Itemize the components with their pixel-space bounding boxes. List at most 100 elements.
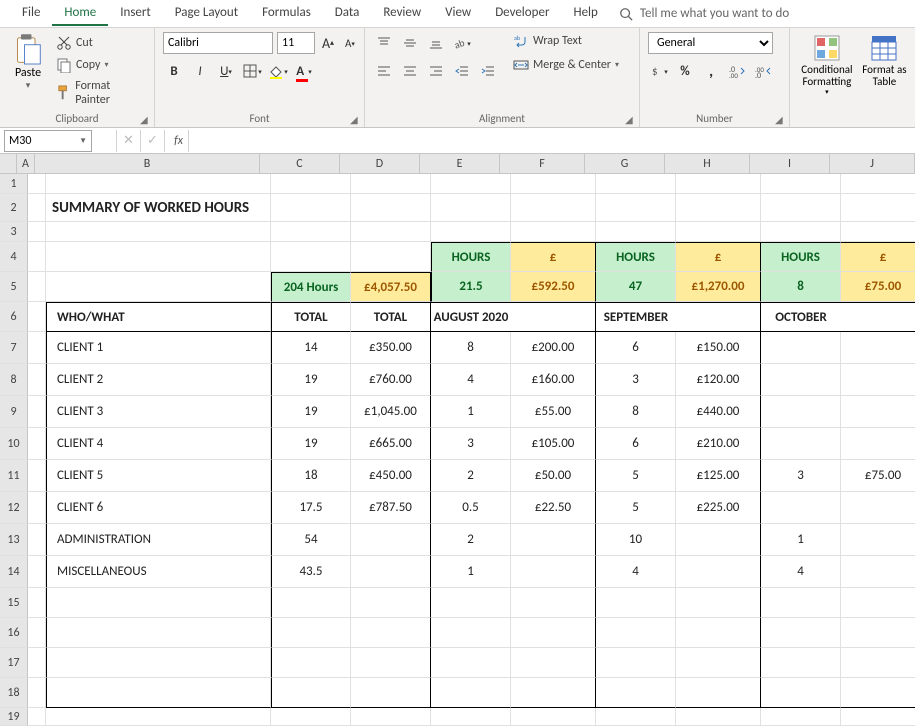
cell[interactable] xyxy=(28,174,46,194)
data-hours[interactable]: 6 xyxy=(596,332,676,364)
paste-button[interactable]: Paste ▾ xyxy=(8,32,48,91)
cell[interactable] xyxy=(841,194,915,222)
data-gbp[interactable] xyxy=(676,556,761,588)
font-size-input[interactable] xyxy=(277,32,315,54)
data-total-gbp[interactable] xyxy=(351,556,431,588)
header-total[interactable]: TOTAL xyxy=(351,302,431,332)
font-name-input[interactable] xyxy=(163,32,273,54)
cut-button[interactable]: Cut xyxy=(54,34,146,52)
cell[interactable] xyxy=(28,556,46,588)
cell[interactable] xyxy=(596,708,676,726)
cell[interactable] xyxy=(46,618,271,648)
cell[interactable] xyxy=(351,222,431,242)
column-header[interactable]: I xyxy=(750,154,830,173)
data-gbp[interactable] xyxy=(511,524,596,556)
dialog-launcher-icon[interactable]: ◢ xyxy=(350,113,362,125)
data-label[interactable]: CLIENT 1 xyxy=(46,332,271,364)
data-gbp[interactable] xyxy=(511,556,596,588)
header-hours[interactable]: HOURS xyxy=(761,242,841,272)
bold-button[interactable]: B xyxy=(163,60,185,82)
column-header[interactable]: D xyxy=(340,154,420,173)
header-hours[interactable]: HOURS xyxy=(596,242,676,272)
row-header[interactable]: 6 xyxy=(0,302,28,332)
cell[interactable] xyxy=(271,242,351,272)
cell[interactable] xyxy=(596,588,676,618)
data-total-gbp[interactable]: £350.00 xyxy=(351,332,431,364)
cell[interactable] xyxy=(761,678,841,708)
column-header[interactable]: A xyxy=(17,154,35,173)
cell[interactable] xyxy=(46,708,271,726)
data-label[interactable]: CLIENT 6 xyxy=(46,492,271,524)
data-total-gbp[interactable]: £450.00 xyxy=(351,460,431,492)
data-hours[interactable] xyxy=(761,428,841,460)
month-header[interactable] xyxy=(676,302,761,332)
cell[interactable] xyxy=(841,648,915,678)
month-gbp[interactable]: £75.00 xyxy=(841,272,915,302)
align-left-icon[interactable] xyxy=(373,60,395,82)
data-total-hours[interactable]: 19 xyxy=(271,428,351,460)
cell[interactable] xyxy=(596,648,676,678)
align-right-icon[interactable] xyxy=(425,60,447,82)
row-header[interactable]: 12 xyxy=(0,492,28,524)
cell[interactable] xyxy=(271,194,351,222)
data-hours[interactable]: 3 xyxy=(596,364,676,396)
select-all-triangle[interactable] xyxy=(0,154,17,173)
cancel-formula-icon[interactable]: ✕ xyxy=(116,130,140,152)
cell[interactable] xyxy=(351,194,431,222)
cell[interactable] xyxy=(28,272,46,302)
decrease-indent-icon[interactable] xyxy=(451,60,473,82)
data-hours[interactable]: 10 xyxy=(596,524,676,556)
data-gbp[interactable] xyxy=(841,396,915,428)
data-hours[interactable]: 2 xyxy=(431,460,511,492)
cell[interactable] xyxy=(28,396,46,428)
cell[interactable] xyxy=(761,648,841,678)
data-label[interactable]: ADMINISTRATION xyxy=(46,524,271,556)
month-hours[interactable]: 8 xyxy=(761,272,841,302)
cell[interactable] xyxy=(271,588,351,618)
increase-decimal-icon[interactable]: .0.00 xyxy=(726,60,748,82)
data-gbp[interactable] xyxy=(841,332,915,364)
menu-item-developer[interactable]: Developer xyxy=(483,1,561,26)
italic-button[interactable]: I xyxy=(189,60,211,82)
data-hours[interactable]: 2 xyxy=(431,524,511,556)
menu-item-home[interactable]: Home xyxy=(52,1,108,26)
data-gbp[interactable] xyxy=(841,492,915,524)
data-gbp[interactable]: £120.00 xyxy=(676,364,761,396)
cell[interactable] xyxy=(841,708,915,726)
column-header[interactable]: J xyxy=(830,154,915,173)
data-gbp[interactable]: £440.00 xyxy=(676,396,761,428)
cell[interactable] xyxy=(28,460,46,492)
cell[interactable] xyxy=(28,428,46,460)
data-total-gbp[interactable] xyxy=(351,524,431,556)
decrease-decimal-icon[interactable]: .00.0 xyxy=(752,60,774,82)
column-header[interactable]: E xyxy=(420,154,500,173)
cell[interactable] xyxy=(271,648,351,678)
align-middle-icon[interactable] xyxy=(399,32,421,54)
cell[interactable] xyxy=(271,678,351,708)
header-total[interactable]: TOTAL xyxy=(271,302,351,332)
data-gbp[interactable]: £125.00 xyxy=(676,460,761,492)
percent-format-icon[interactable]: % xyxy=(674,60,696,82)
data-gbp[interactable] xyxy=(841,556,915,588)
month-hours[interactable]: 47 xyxy=(596,272,676,302)
conditional-formatting-button[interactable]: Conditional Formatting▾ xyxy=(798,32,856,96)
cell[interactable] xyxy=(676,588,761,618)
cell[interactable] xyxy=(761,588,841,618)
data-label[interactable]: CLIENT 4 xyxy=(46,428,271,460)
cell[interactable] xyxy=(28,708,46,726)
data-total-hours[interactable]: 18 xyxy=(271,460,351,492)
dialog-launcher-icon[interactable]: ◢ xyxy=(625,113,637,125)
data-total-gbp[interactable]: £665.00 xyxy=(351,428,431,460)
cell[interactable] xyxy=(676,648,761,678)
merge-center-button[interactable]: Merge & Center ▾ xyxy=(511,56,621,74)
cell[interactable] xyxy=(596,678,676,708)
data-gbp[interactable]: £200.00 xyxy=(511,332,596,364)
row-header[interactable]: 1 xyxy=(0,174,28,194)
cell[interactable] xyxy=(28,242,46,272)
data-gbp[interactable] xyxy=(841,428,915,460)
menu-item-view[interactable]: View xyxy=(433,1,483,26)
row-header[interactable]: 11 xyxy=(0,460,28,492)
header-gbp[interactable]: £ xyxy=(511,242,596,272)
cell[interactable] xyxy=(28,492,46,524)
cell[interactable] xyxy=(351,648,431,678)
